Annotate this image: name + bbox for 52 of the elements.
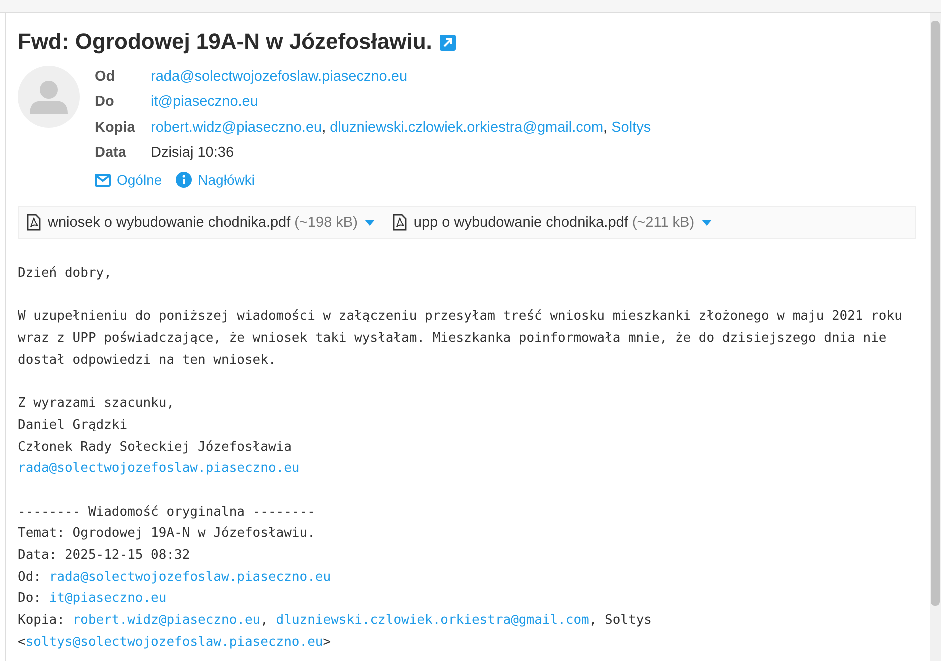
envelope-icon [95,174,111,186]
separator-text: , [322,120,326,136]
body-text: > [323,634,332,650]
pdf-file-icon [392,214,407,231]
scrollbar-thumb[interactable] [931,21,940,606]
caret-icon[interactable] [364,220,375,226]
email-link[interactable]: soltys@solectwojozefoslaw.piaseczno.eu [26,634,324,650]
header-value: Dzisiaj 10:36 [151,145,234,162]
info-icon [176,172,192,188]
attachment-size: (~211 kB) [632,214,695,230]
body-text: < [18,634,26,650]
email-link[interactable]: it@piaseczno.eu [49,591,167,606]
separator-text: , [604,120,608,136]
body-text: , [260,613,270,628]
body-text: Członek Rady Sołeckiej Józefosławia [18,440,292,454]
body-text: Data: 2025-12-15 08:32 [18,548,190,563]
address-link[interactable]: rada@solectwojozefoslaw.piaseczno.eu [151,68,408,85]
avatar-icon [18,66,80,128]
header-label: Do [95,94,116,110]
view-link[interactable]: Ogólne [117,172,162,188]
body-text: W uzupełnieniu do poniższej wiadomości w załączeniu przesyłam treść wniosku mieszkanki złożonego w maju 2021 roku [18,309,902,324]
header-label: Data [95,145,128,162]
body-text: Temat: Ogrodowej 19A-N w Józefosławiu. [18,526,316,542]
email-link[interactable]: robert.widz@piaseczno.eu [72,613,261,628]
body-text: Daniel Grądzki [18,418,128,433]
attachment-name[interactable]: upp o wybudowanie chodnika.pdf [414,214,628,230]
body-text: , Soltys [589,613,652,628]
attachment-size: (~198 kB) [294,214,358,230]
pdf-file-icon [27,214,41,231]
body-text: Dzień dobry, [18,266,112,281]
body-text: Od: [18,570,42,585]
attachment-name[interactable]: wniosek o wybudowanie chodnika.pdf [48,214,291,230]
email-link[interactable]: dluzniewski.czlowiek.orkiestra@gmail.com [276,613,590,628]
body-text: dostał odpowiedzi na ten wniosek. [18,352,276,368]
address-link[interactable]: dluzniewski.czlowiek.orkiestra@gmail.com [330,120,604,136]
header-label: Kopia [95,120,136,136]
body-text: -------- Wiadomość oryginalna -------- [18,504,316,520]
body-text: Kopia: [18,613,66,628]
body-text: Do: [18,591,42,606]
caret-icon[interactable] [702,220,712,226]
address-link[interactable]: it@piaseczno.eu [151,94,258,110]
address-link[interactable]: robert.widz@piaseczno.eu [151,120,322,136]
view-link[interactable]: Nagłówki [198,172,255,188]
body-text: Z wyrazami szacunku, [18,396,175,412]
open-external-icon[interactable] [440,35,456,51]
message-subject: Fwd: Ogrodowej 19A-N w Józefosławiu. [18,29,432,55]
email-link[interactable]: rada@solectwojozefoslaw.piaseczno.eu [49,570,332,585]
address-link[interactable]: Soltys [612,120,652,136]
email-link[interactable]: rada@solectwojozefoslaw.piaseczno.eu [18,461,300,476]
body-text: wraz z UPP poświadczające, że wniosek taki wysłałam. Mieszkanka poinformowała mnie, że do dzisiejszego dnia nie [18,331,887,346]
scrollbar[interactable] [930,13,941,661]
header-label: Od [95,68,116,85]
